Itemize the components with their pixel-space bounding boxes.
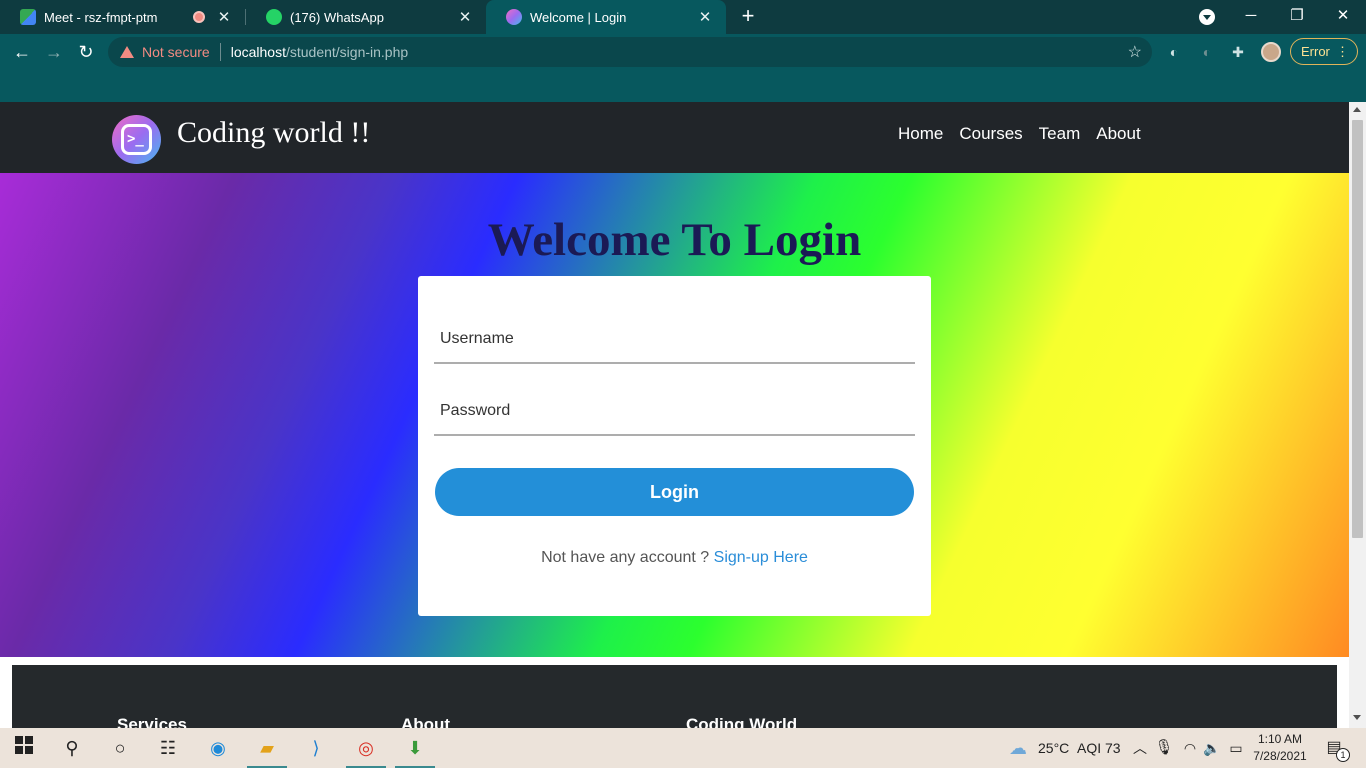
weather-temp[interactable]: 25°C bbox=[1038, 740, 1069, 756]
back-icon[interactable]: ← bbox=[10, 40, 34, 64]
vscode-icon[interactable]: ⟩ bbox=[302, 734, 330, 762]
site-brand[interactable]: Coding world !! bbox=[177, 116, 370, 150]
clock-date: 7/28/2021 bbox=[1253, 749, 1307, 763]
recording-icon bbox=[193, 11, 205, 23]
close-tab-icon[interactable]: ✕ bbox=[215, 8, 233, 26]
nav-about[interactable]: About bbox=[1096, 124, 1140, 144]
footer-heading-services: Services bbox=[117, 715, 187, 728]
page-viewport: >_ Coding world !! Home Courses Team Abo… bbox=[0, 102, 1349, 728]
username-placeholder: Username bbox=[440, 330, 514, 347]
scroll-up-arrow-icon[interactable] bbox=[1353, 107, 1361, 112]
file-explorer-icon[interactable]: ▰ bbox=[247, 734, 287, 768]
task-view-icon[interactable]: ☷ bbox=[154, 734, 182, 762]
extension-icon[interactable]: ◐ bbox=[1164, 42, 1184, 62]
menu-kebab-icon[interactable]: ⋮ bbox=[1336, 39, 1349, 64]
close-window-button[interactable]: ✕ bbox=[1320, 0, 1366, 34]
browser-toolbar: ← → ↻ Not secure localhost/student/sign-… bbox=[0, 34, 1366, 70]
google-meet-icon bbox=[20, 9, 36, 25]
signup-prompt-text: Not have any account ? bbox=[541, 549, 710, 566]
scroll-thumb[interactable] bbox=[1352, 120, 1363, 538]
extensions-puzzle-icon[interactable]: ✚ bbox=[1228, 42, 1248, 62]
search-icon[interactable]: ⚲ bbox=[58, 734, 86, 762]
password-field[interactable]: Password bbox=[434, 402, 915, 436]
scroll-down-arrow-icon[interactable] bbox=[1353, 715, 1361, 720]
close-tab-icon[interactable]: ✕ bbox=[696, 8, 714, 26]
battery-icon[interactable]: ▭ bbox=[1222, 734, 1250, 762]
close-tab-icon[interactable]: ✕ bbox=[456, 8, 474, 26]
footer-heading-coding-world: Coding World bbox=[686, 715, 798, 728]
page-title: Welcome To Login bbox=[487, 214, 862, 266]
browser-tabstrip: Meet - rsz-fmpt-ptm ✕ (176) WhatsApp ✕ W… bbox=[0, 0, 1366, 34]
new-tab-button[interactable]: + bbox=[736, 5, 760, 29]
signup-link[interactable]: Sign-up Here bbox=[714, 549, 808, 566]
start-windows-icon[interactable] bbox=[10, 734, 38, 762]
chrome-icon[interactable]: ◎ bbox=[346, 734, 386, 768]
tab-title: Welcome | Login bbox=[530, 9, 627, 25]
edge-browser-icon[interactable]: ◉ bbox=[204, 734, 232, 762]
warning-icon bbox=[120, 46, 134, 58]
notification-center-icon[interactable]: ▤ 1 bbox=[1320, 734, 1350, 762]
bookmarks-bar bbox=[0, 70, 1366, 102]
bookmark-star-icon[interactable]: ☆ bbox=[1128, 42, 1142, 62]
tab-search-icon[interactable] bbox=[1199, 9, 1215, 25]
login-hero: Welcome To Login Username Password Login… bbox=[0, 173, 1349, 657]
extension-icon[interactable]: ◐ bbox=[1197, 42, 1217, 62]
url-path: /student/sign-in.php bbox=[285, 44, 409, 60]
omnibox-separator bbox=[219, 43, 221, 61]
site-nav-links: Home Courses Team About bbox=[898, 124, 1141, 144]
terminal-prompt-icon: >_ bbox=[127, 131, 144, 147]
footer-heading-about: About bbox=[401, 715, 451, 728]
download-manager-icon[interactable]: ⬇ bbox=[395, 734, 435, 768]
site-navbar: >_ Coding world !! Home Courses Team Abo… bbox=[0, 102, 1349, 173]
tab-title: Meet - rsz-fmpt-ptm bbox=[44, 9, 158, 25]
tab-meet[interactable]: Meet - rsz-fmpt-ptm ✕ bbox=[0, 0, 245, 34]
windows-taskbar: ⚲ ○ ☷ ◉ ▰ ⟩ ◎ ⬇ ☁ 25°C AQI 73 ︿ 🎙 ◠ 🔈 ▭ … bbox=[0, 728, 1366, 768]
login-button[interactable]: Login bbox=[435, 468, 914, 516]
nav-courses[interactable]: Courses bbox=[959, 124, 1022, 144]
clock-time: 1:10 AM bbox=[1257, 732, 1303, 746]
site-logo[interactable]: >_ bbox=[112, 115, 161, 164]
whatsapp-icon bbox=[266, 9, 282, 25]
weather-cloud-icon[interactable]: ☁ bbox=[1004, 734, 1032, 762]
login-card: Username Password Login Not have any acc… bbox=[418, 276, 931, 616]
weather-aqi[interactable]: AQI 73 bbox=[1077, 740, 1121, 756]
profile-avatar[interactable] bbox=[1261, 42, 1281, 62]
cortana-icon[interactable]: ○ bbox=[106, 734, 134, 762]
reload-icon[interactable]: ↻ bbox=[74, 40, 98, 64]
signup-prompt: Not have any account ? Sign-up Here bbox=[418, 549, 931, 567]
address-bar[interactable]: Not secure localhost/student/sign-in.php… bbox=[108, 37, 1152, 67]
tab-whatsapp[interactable]: (176) WhatsApp ✕ bbox=[246, 0, 486, 34]
minimize-button[interactable]: ─ bbox=[1228, 0, 1274, 34]
notification-count: 1 bbox=[1336, 748, 1350, 762]
profile-error-label: Error bbox=[1301, 44, 1330, 59]
nav-team[interactable]: Team bbox=[1039, 124, 1081, 144]
password-placeholder: Password bbox=[440, 402, 511, 419]
forward-icon[interactable]: → bbox=[42, 40, 66, 64]
username-field[interactable]: Username bbox=[434, 330, 915, 364]
url-host: localhost bbox=[230, 44, 286, 60]
microphone-icon[interactable]: 🎙 bbox=[1150, 734, 1178, 762]
tab-title: (176) WhatsApp bbox=[290, 9, 384, 25]
tab-login[interactable]: Welcome | Login ✕ bbox=[486, 0, 726, 34]
system-clock[interactable]: 1:10 AM 7/28/2021 bbox=[1252, 731, 1308, 765]
nav-home[interactable]: Home bbox=[898, 124, 943, 144]
page-scrollbar[interactable] bbox=[1349, 102, 1366, 728]
profile-error-button[interactable]: Error ⋮ bbox=[1290, 38, 1358, 65]
coding-world-icon bbox=[506, 9, 522, 25]
security-label[interactable]: Not secure bbox=[142, 44, 210, 60]
restore-button[interactable]: ❐ bbox=[1274, 0, 1320, 34]
site-footer: Services About Coding World bbox=[12, 665, 1337, 728]
